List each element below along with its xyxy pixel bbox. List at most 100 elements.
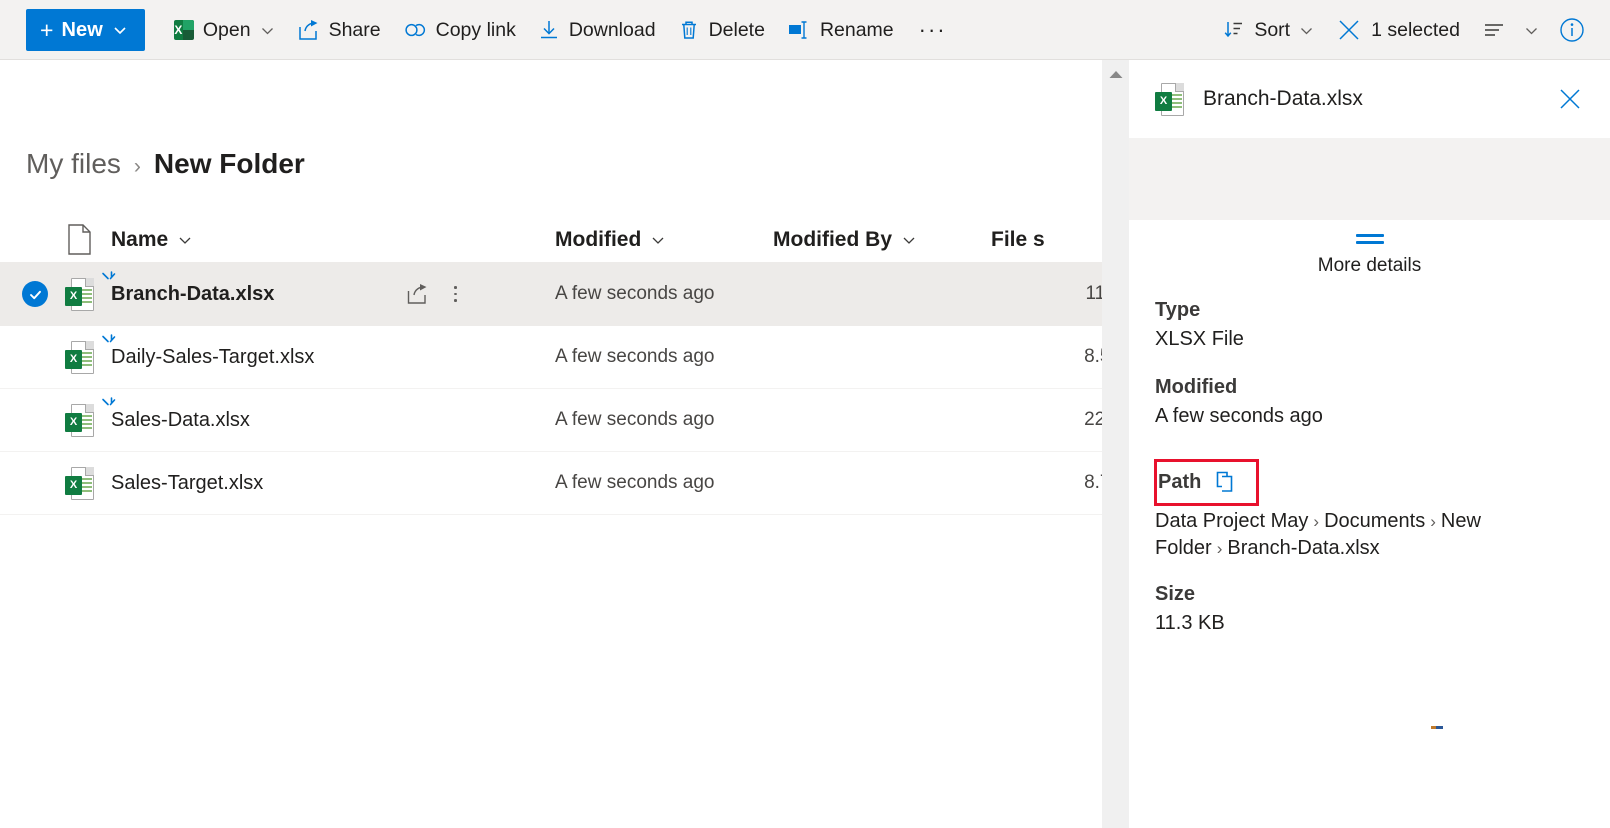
- download-icon: [538, 19, 560, 41]
- modified-field-value: A few seconds ago: [1155, 405, 1323, 427]
- path-field-value: Data Project May › Documents › New Folder › Br…: [1155, 508, 1584, 562]
- modified-value: A few seconds ago: [555, 283, 715, 304]
- size-field-value: 11.3 KB: [1155, 612, 1225, 634]
- file-list-header: Name Modified Modified By File s: [0, 217, 1102, 263]
- selection-count-label: 1 selected: [1371, 18, 1460, 41]
- file-size-value: 11.3 K: [1085, 283, 1102, 304]
- row-actions: [398, 275, 474, 313]
- path-separator: ›: [1430, 512, 1436, 531]
- breadcrumb-current[interactable]: New Folder: [154, 148, 305, 180]
- table-row[interactable]: X Sales-Data.xlsx A few seconds ago 22: [0, 389, 1102, 452]
- file-size-cell: 226 KI: [991, 409, 1102, 431]
- plus-icon: +: [40, 16, 54, 43]
- excel-logo-icon: X: [173, 20, 194, 40]
- rename-icon: [787, 19, 811, 41]
- path-field-highlight-box: Path: [1154, 459, 1260, 506]
- chevron-down-icon: [113, 23, 127, 37]
- details-fields: Type XLSX File Modified A few seconds ag…: [1129, 277, 1610, 637]
- file-size-cell: 8.54 K: [991, 346, 1102, 368]
- file-list-region: My files › New Folder Name Modified Modi…: [0, 60, 1102, 828]
- file-size-column-header[interactable]: File s: [991, 228, 1102, 252]
- file-type-column-header[interactable]: [48, 224, 111, 255]
- delete-label: Delete: [708, 18, 765, 41]
- command-bar-right: Sort 1 selected: [1212, 8, 1594, 52]
- rename-button[interactable]: Rename: [776, 8, 905, 52]
- file-name-cell[interactable]: Sales-Target.xlsx: [111, 472, 555, 495]
- file-name-label: Sales-Target.xlsx: [111, 471, 264, 494]
- table-row[interactable]: X Daily-Sales-Target.xlsx A few seconds …: [0, 326, 1102, 389]
- file-size-cell: 8.74 K: [991, 472, 1102, 494]
- type-field-value: XLSX File: [1155, 328, 1244, 350]
- overflow-label: ···: [918, 17, 947, 42]
- breadcrumb-root[interactable]: My files: [26, 148, 121, 180]
- name-column-label: Name: [111, 227, 169, 251]
- modified-column-label: Modified: [555, 227, 642, 251]
- view-options-button[interactable]: [1471, 8, 1550, 52]
- path-segment: Documents: [1324, 510, 1426, 532]
- chevron-down-icon: [901, 232, 917, 248]
- chevron-down-icon: [650, 232, 666, 248]
- command-bar-left: + New X Open Share Copy link Download De…: [26, 8, 1212, 52]
- details-panel: X Branch-Data.xlsx More details Type XLS…: [1129, 60, 1610, 828]
- file-name-cell[interactable]: Sales-Data.xlsx: [102, 396, 555, 432]
- share-label: Share: [328, 18, 381, 41]
- path-separator: ›: [1216, 539, 1223, 558]
- info-icon: [1558, 16, 1586, 44]
- path-separator: ›: [1313, 512, 1320, 531]
- breadcrumb-separator: ›: [133, 155, 141, 178]
- modified-cell: A few seconds ago: [555, 283, 773, 305]
- row-more-menu-icon[interactable]: [436, 275, 474, 313]
- file-name-cell[interactable]: Daily-Sales-Target.xlsx: [102, 333, 555, 369]
- new-file-sparkle-icon: [100, 270, 117, 292]
- trash-icon: [678, 19, 700, 41]
- clear-selection-button[interactable]: 1 selected: [1325, 8, 1471, 52]
- new-file-sparkle-icon: [100, 333, 117, 355]
- file-size-value: 226 KI: [1084, 409, 1102, 430]
- path-segment: Data Project May: [1155, 510, 1309, 532]
- row-select-checkbox[interactable]: [0, 281, 48, 307]
- more-details-toggle[interactable]: More details: [1129, 220, 1610, 277]
- view-list-icon: [1482, 20, 1506, 40]
- copy-link-label: Copy link: [435, 18, 516, 41]
- checkmark-icon[interactable]: [22, 281, 48, 307]
- row-share-icon[interactable]: [398, 275, 436, 313]
- modified-by-column-header[interactable]: Modified By: [773, 228, 991, 252]
- path-segment: Branch-Data.xlsx: [1227, 537, 1380, 559]
- modified-column-header[interactable]: Modified: [555, 228, 773, 252]
- name-column-header[interactable]: Name: [111, 228, 555, 252]
- file-name-label: Daily-Sales-Target.xlsx: [111, 345, 315, 368]
- modified-value: A few seconds ago: [555, 409, 715, 430]
- info-button[interactable]: [1550, 8, 1594, 52]
- open-button[interactable]: X Open: [163, 8, 286, 52]
- decorative-dash: [1431, 726, 1443, 729]
- chevron-down-icon: [1299, 23, 1314, 38]
- close-x-icon: [1336, 17, 1362, 43]
- copy-icon[interactable]: [1215, 470, 1240, 495]
- download-label: Download: [568, 18, 656, 41]
- rename-label: Rename: [819, 18, 894, 41]
- file-name-label: Branch-Data.xlsx: [111, 282, 275, 305]
- scroll-up-arrow-icon[interactable]: [1102, 60, 1129, 88]
- more-commands-button[interactable]: ···: [905, 8, 961, 52]
- vertical-scrollbar[interactable]: [1102, 60, 1129, 828]
- onedrive-file-browser: + New X Open Share Copy link Download De…: [0, 0, 1610, 828]
- table-row[interactable]: X Branch-Data.xlsx A few seconds ago 11: [0, 263, 1102, 326]
- close-icon[interactable]: [1552, 81, 1588, 117]
- link-icon: [403, 18, 427, 42]
- file-name-cell[interactable]: Branch-Data.xlsx: [102, 270, 555, 313]
- modified-value: A few seconds ago: [555, 472, 715, 493]
- sort-button[interactable]: Sort: [1212, 8, 1325, 52]
- file-preview-placeholder: [1129, 138, 1610, 220]
- type-field-label: Type: [1155, 299, 1201, 321]
- file-size-column-label: File s: [991, 227, 1045, 251]
- modified-cell: A few seconds ago: [555, 346, 773, 368]
- table-row[interactable]: X Sales-Target.xlsx A few seconds ago 8.…: [0, 452, 1102, 515]
- delete-button[interactable]: Delete: [667, 8, 776, 52]
- chevron-down-icon: [1524, 23, 1539, 38]
- copy-link-button[interactable]: Copy link: [392, 8, 527, 52]
- download-button[interactable]: Download: [527, 8, 667, 52]
- new-button[interactable]: + New: [26, 9, 145, 51]
- more-details-handle-icon: [1355, 234, 1384, 248]
- share-button[interactable]: Share: [286, 8, 392, 52]
- modified-cell: A few seconds ago: [555, 409, 773, 431]
